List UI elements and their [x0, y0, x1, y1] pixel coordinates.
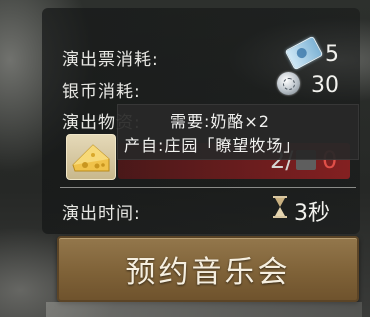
- duration-value: 3秒: [294, 201, 330, 226]
- silver-cost-label: 银币消耗:: [62, 82, 141, 102]
- section-divider: [60, 187, 356, 188]
- ticket-cost-value: 5: [325, 42, 339, 67]
- hourglass-icon: [273, 196, 287, 218]
- tooltip-source: 产自:庄园「瞭望牧场」: [124, 136, 301, 155]
- silver-coin-icon: [277, 72, 300, 95]
- ticket-cost-label: 演出票消耗:: [62, 50, 159, 70]
- cheese-icon: [72, 144, 110, 172]
- bottom-decor: [46, 302, 362, 317]
- tooltip-requirement: 需要:奶酪×2: [170, 112, 270, 131]
- duration-label: 演出时间:: [62, 204, 141, 224]
- material-slot-cheese[interactable]: [66, 134, 116, 180]
- book-concert-button[interactable]: 预约音乐会: [57, 236, 359, 302]
- silver-cost-value: 30: [311, 73, 339, 98]
- book-concert-button-label: 预约音乐会: [125, 255, 291, 290]
